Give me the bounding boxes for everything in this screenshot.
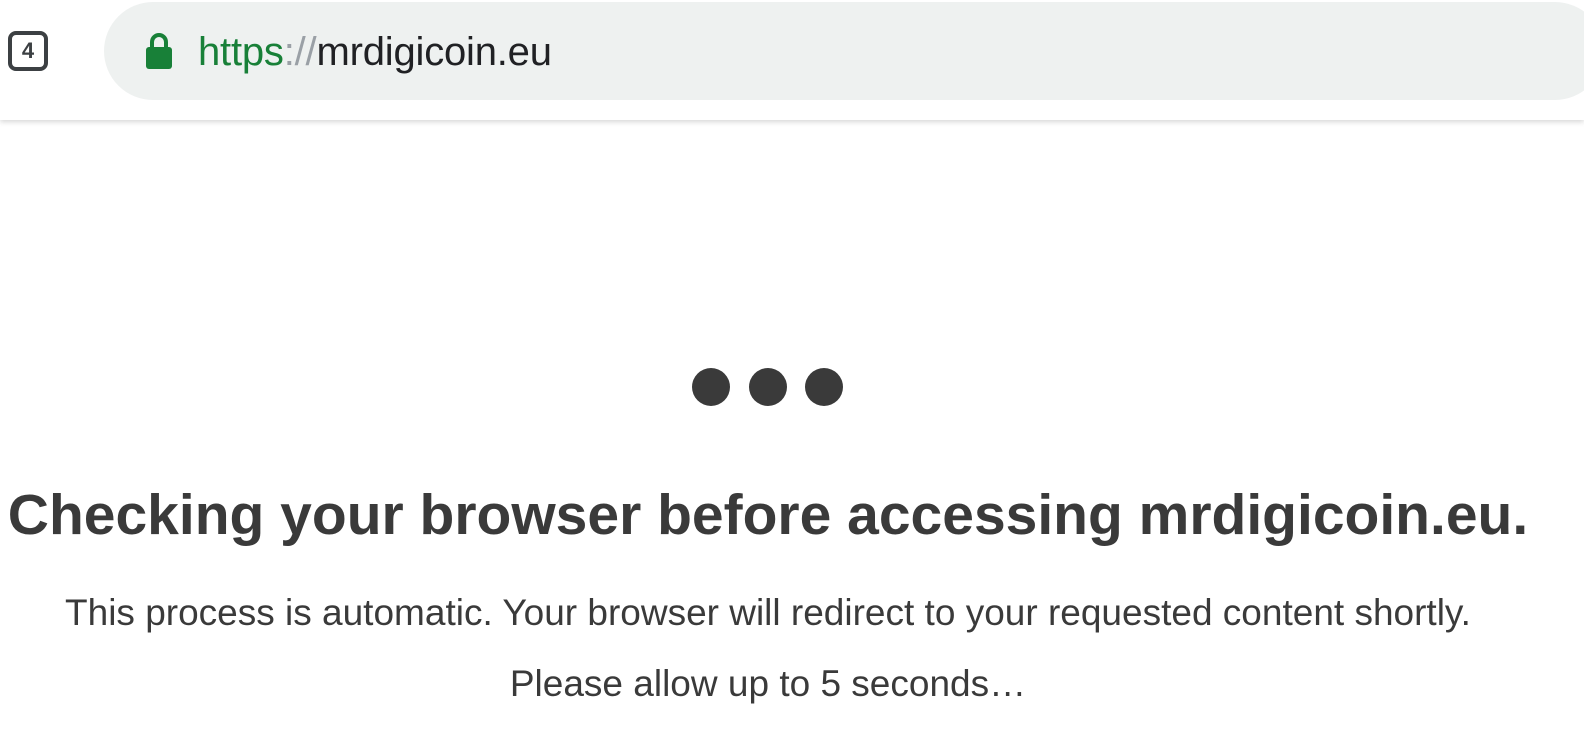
tab-count-label: 4 xyxy=(21,38,35,63)
loading-dot xyxy=(749,368,787,406)
status-message: This process is automatic. Your browser … xyxy=(65,592,1471,633)
browser-toolbar: 4 https://mrdigicoin.eu xyxy=(0,0,1584,120)
address-bar[interactable]: https://mrdigicoin.eu xyxy=(104,2,1584,100)
page-title: Checking your browser before accessing m… xyxy=(7,483,1529,547)
lock-icon[interactable] xyxy=(144,32,174,70)
loading-dot xyxy=(805,368,843,406)
url-text[interactable]: https://mrdigicoin.eu xyxy=(198,30,552,74)
tab-switcher-button[interactable]: 4 xyxy=(8,31,48,71)
url-scheme: https xyxy=(198,30,284,74)
url-separator: :// xyxy=(283,30,317,74)
wait-message: Please allow up to 5 seconds… xyxy=(509,663,1027,704)
url-host: mrdigicoin.eu xyxy=(316,30,552,74)
loading-dot xyxy=(692,368,730,406)
loading-dots-icon xyxy=(692,368,844,408)
page-content: Checking your browser before accessing m… xyxy=(0,120,1584,746)
